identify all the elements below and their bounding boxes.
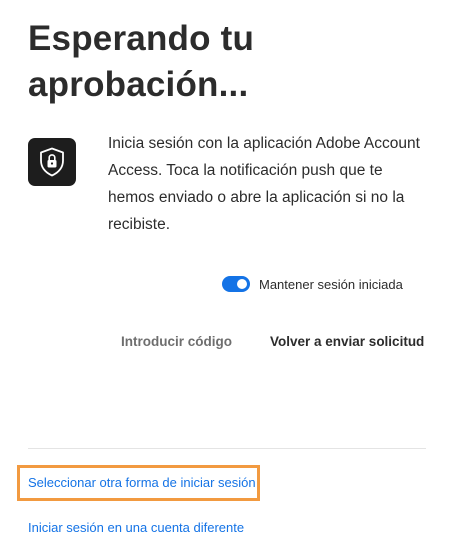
page-title: Esperando tu aprobación... bbox=[28, 19, 255, 104]
other-signin-method-link[interactable]: Seleccionar otra forma de iniciar sesión bbox=[28, 475, 256, 490]
approval-page: Esperando tu aprobación... Inicia sesión… bbox=[0, 0, 455, 556]
different-account-link[interactable]: Iniciar sesión en una cuenta diferente bbox=[28, 520, 244, 535]
enter-code-button[interactable]: Introducir código bbox=[121, 334, 232, 349]
shield-lock-glyph bbox=[40, 147, 64, 177]
shield-lock-icon bbox=[28, 138, 76, 186]
divider bbox=[28, 448, 426, 449]
approval-instructions: Inicia sesión con la aplicación Adobe Ac… bbox=[28, 130, 428, 238]
keep-signed-in-toggle[interactable] bbox=[222, 276, 250, 292]
approval-message: Inicia sesión con la aplicación Adobe Ac… bbox=[108, 135, 420, 233]
toggle-knob bbox=[237, 279, 247, 289]
keep-signed-in-label: Mantener sesión iniciada bbox=[259, 276, 403, 292]
keep-signed-in-row: Mantener sesión iniciada bbox=[222, 276, 403, 292]
resend-request-button[interactable]: Volver a enviar solicitud bbox=[270, 334, 424, 349]
